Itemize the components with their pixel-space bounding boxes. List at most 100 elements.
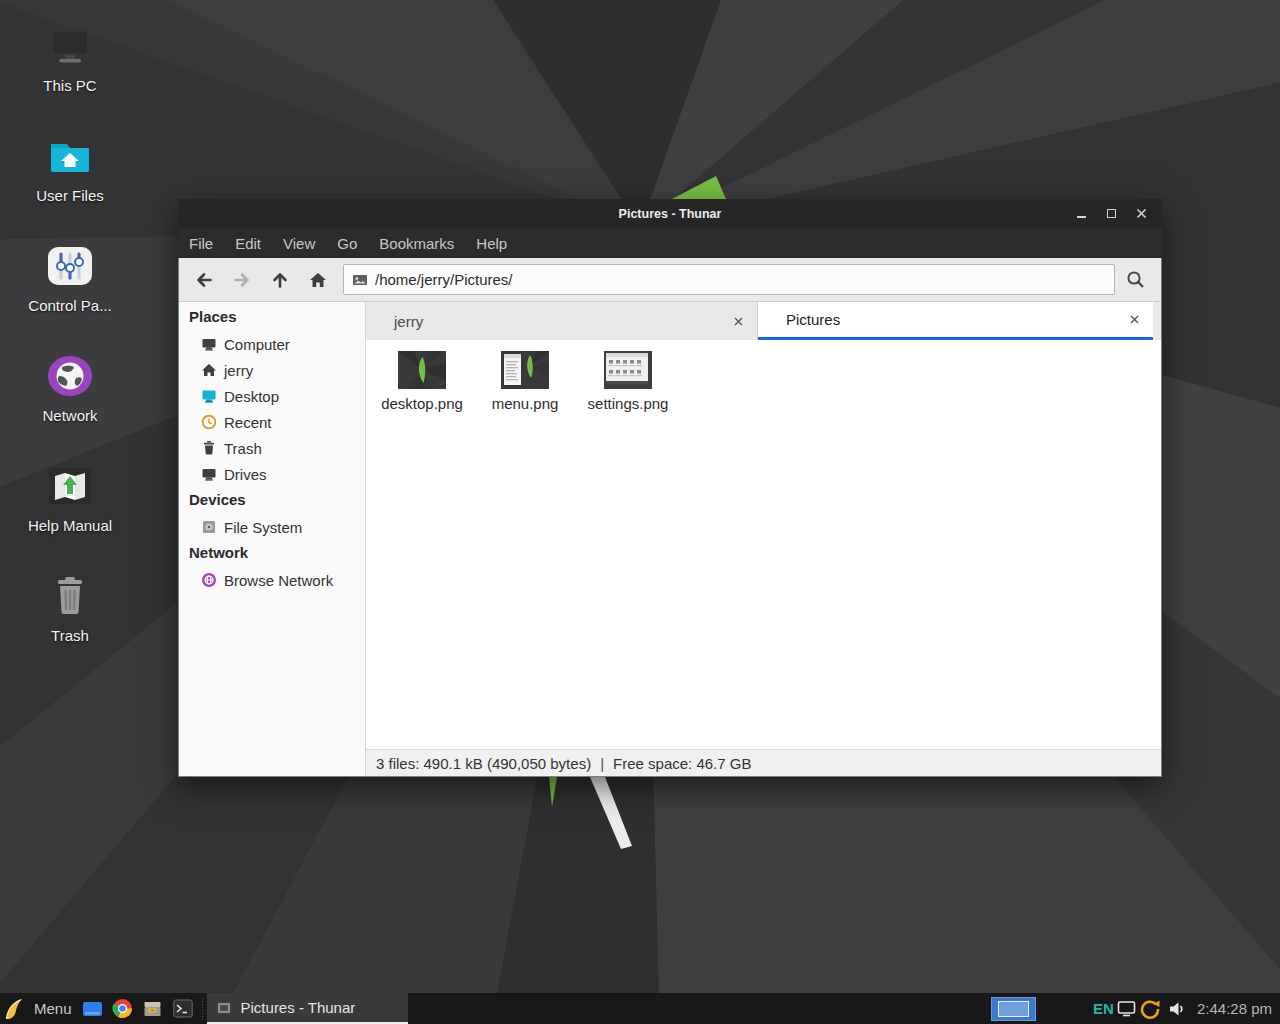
sidebar-heading-devices: Devices [179, 487, 365, 512]
sidebar-item-browse-network[interactable]: Browse Network [179, 567, 365, 593]
minimize-button[interactable] [1066, 199, 1096, 228]
forward-button[interactable] [223, 263, 261, 297]
path-bar[interactable]: /home/jerry/Pictures/ [343, 264, 1115, 295]
menubar: File Edit View Go Bookmarks Help [178, 228, 1162, 258]
tab-close-button[interactable] [1130, 302, 1139, 337]
keyboard-layout-indicator[interactable]: EN [1093, 1000, 1114, 1017]
image-thumbnail [398, 351, 446, 389]
tab-close-button[interactable] [734, 302, 743, 340]
toolbar: /home/jerry/Pictures/ [179, 258, 1161, 302]
file-view[interactable]: desktop.png menu.png settings.png [366, 340, 1161, 749]
search-icon [1125, 269, 1146, 290]
menu-button[interactable] [2, 997, 26, 1021]
sidebar-item-computer[interactable]: Computer [179, 331, 365, 357]
status-separator: | [600, 755, 604, 772]
menu-file[interactable]: File [178, 235, 224, 252]
status-files: 3 files: 490.1 kB (490,050 bytes) [376, 755, 591, 772]
chrome-icon [112, 998, 133, 1019]
sidebar-item-drives[interactable]: Drives [179, 461, 365, 487]
sidebar-heading-places: Places [179, 304, 365, 329]
menu-go[interactable]: Go [326, 235, 368, 252]
network-globe-icon [46, 352, 94, 400]
home-icon [308, 270, 328, 290]
help-manual-icon [46, 462, 94, 510]
window-title: Pictures - Thunar [178, 207, 1162, 221]
close-button[interactable] [1126, 199, 1156, 228]
panel-handle[interactable] [199, 998, 206, 1020]
titlebar[interactable]: Pictures - Thunar [178, 199, 1162, 228]
trash-can-icon [46, 572, 94, 620]
minimize-icon [1077, 216, 1086, 218]
thunar-window: Pictures - Thunar File Edit View Go Book… [178, 200, 1162, 777]
archive-manager-icon [142, 999, 163, 1019]
desktop-icon-this-pc[interactable]: This PC [10, 22, 130, 94]
linux-lite-logo [4, 998, 24, 1020]
sidebar-item-file-system[interactable]: File System [179, 514, 365, 540]
pager-window [998, 1001, 1029, 1017]
drives-icon [201, 466, 217, 482]
task-button-thunar[interactable]: Pictures - Thunar [207, 993, 408, 1024]
status-free-space: Free space: 46.7 GB [613, 755, 751, 772]
image-file-icon [352, 272, 368, 288]
back-icon [194, 270, 214, 290]
search-button[interactable] [1115, 263, 1155, 297]
up-button[interactable] [261, 263, 299, 297]
control-panel-icon [46, 242, 94, 290]
sidebar-item-recent[interactable]: Recent [179, 409, 365, 435]
terminal-icon [173, 999, 193, 1018]
up-icon [270, 270, 290, 290]
desktop-icon-control-panel[interactable]: Control Pa... [10, 242, 130, 314]
menu-button-label[interactable]: Menu [34, 1000, 72, 1017]
back-button[interactable] [185, 263, 223, 297]
file-settings-png[interactable]: settings.png [580, 351, 676, 412]
menu-help[interactable]: Help [465, 235, 518, 252]
image-thumbnail [501, 351, 549, 389]
network-globe-icon [201, 572, 217, 588]
tab-pictures[interactable]: Pictures [758, 302, 1153, 340]
tab-jerry[interactable]: jerry [366, 302, 758, 340]
path-text: /home/jerry/Pictures/ [375, 271, 513, 288]
sidebar-heading-network: Network [179, 540, 365, 565]
computer-icon [201, 336, 217, 352]
display-tray-icon[interactable] [1117, 1000, 1136, 1017]
volume-tray-icon[interactable] [1168, 1000, 1188, 1018]
home-button[interactable] [299, 263, 337, 297]
archive-launcher[interactable] [141, 997, 165, 1021]
terminal-launcher[interactable] [171, 997, 195, 1021]
menu-bookmarks[interactable]: Bookmarks [368, 235, 465, 252]
trash-icon [201, 440, 217, 456]
maximize-button[interactable] [1096, 199, 1126, 228]
status-bar: 3 files: 490.1 kB (490,050 bytes) | Free… [366, 749, 1161, 776]
updates-tray-icon[interactable] [1139, 998, 1161, 1020]
desktop-icon-user-files[interactable]: User Files [10, 132, 130, 204]
sidebar-item-desktop[interactable]: Desktop [179, 383, 365, 409]
clock[interactable]: 2:44:28 pm [1197, 1000, 1272, 1017]
sidebar-item-jerry[interactable]: jerry [179, 357, 365, 383]
menu-view[interactable]: View [272, 235, 326, 252]
sidebar: Places Computer jerry Desktop Recent Tra… [179, 302, 366, 776]
workspace-pager[interactable] [991, 997, 1036, 1021]
sidebar-item-trash[interactable]: Trash [179, 435, 365, 461]
taskbar: Menu Pictures - Thunar EN 2:44:28 pm [0, 993, 1280, 1024]
recent-clock-icon [201, 414, 217, 430]
desktop-icon-help-manual[interactable]: Help Manual [10, 462, 130, 534]
desktop-icon-network[interactable]: Network [10, 352, 130, 424]
file-menu-png[interactable]: menu.png [477, 351, 573, 412]
files-launcher[interactable] [81, 997, 105, 1021]
menu-edit[interactable]: Edit [224, 235, 272, 252]
close-icon [734, 317, 743, 326]
chrome-launcher[interactable] [111, 997, 135, 1021]
desktop-icon-trash[interactable]: Trash [10, 572, 130, 644]
maximize-icon [1107, 209, 1116, 218]
computer-icon [46, 22, 94, 70]
thunar-icon [216, 1000, 232, 1016]
filesystem-drive-icon [201, 519, 217, 535]
home-icon [201, 362, 217, 378]
close-icon [1136, 208, 1147, 219]
close-icon [1130, 315, 1139, 324]
desktop-icon [201, 388, 217, 404]
file-desktop-png[interactable]: desktop.png [374, 351, 470, 412]
forward-icon [232, 270, 252, 290]
tab-bar: jerry Pictures [366, 302, 1161, 340]
image-thumbnail [604, 351, 652, 389]
